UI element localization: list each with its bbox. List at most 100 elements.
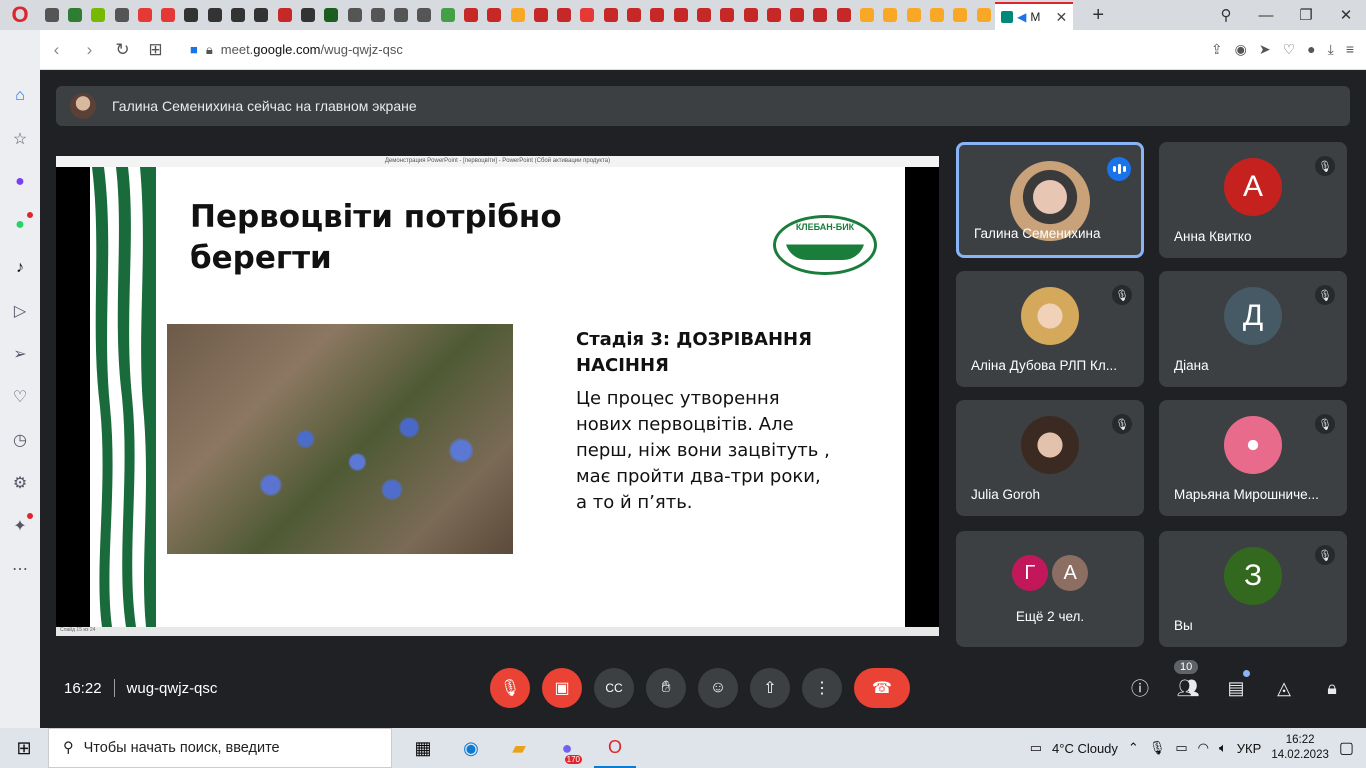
browser-tab[interactable] — [296, 0, 319, 30]
player-icon[interactable]: ▷ — [9, 300, 31, 322]
browser-tab[interactable] — [250, 0, 273, 30]
url-field[interactable]: ■ 🔒︎ meet.google.com/wug-qwjz-qsc — [190, 42, 403, 58]
browser-tab[interactable] — [110, 0, 133, 30]
browser-tab[interactable] — [669, 0, 692, 30]
viber-icon[interactable]: ● 170 — [546, 728, 588, 768]
edge-icon[interactable]: ◉ — [450, 728, 492, 768]
close-tab-icon[interactable]: ✕ — [1055, 9, 1067, 26]
browser-tab[interactable] — [506, 0, 529, 30]
browser-tab[interactable] — [599, 0, 622, 30]
easy-setup-icon[interactable]: ≡ — [1346, 41, 1354, 58]
close-window-button[interactable]: ✕ — [1326, 6, 1366, 24]
browser-tab[interactable] — [226, 0, 249, 30]
meeting-details-button[interactable]: ⓘ — [1120, 668, 1160, 708]
search-tabs-icon[interactable]: ⚲ — [1206, 6, 1246, 24]
browser-tab[interactable] — [63, 0, 86, 30]
windows-start-icon[interactable]: ⊞ — [0, 738, 48, 759]
notifications-icon[interactable]: ▢ — [1339, 738, 1354, 758]
snapshot-icon[interactable]: ◉ — [1235, 41, 1247, 58]
download-icon[interactable]: ⤓ — [1328, 41, 1334, 58]
present-button[interactable]: ⇧ — [750, 668, 790, 708]
more-sidebar-icon[interactable]: ⋯ — [9, 558, 31, 580]
self-tile[interactable]: З 🎙︎ Вы — [1159, 531, 1347, 647]
leave-call-button[interactable]: ☎︎ — [854, 668, 910, 708]
browser-tab[interactable] — [343, 0, 366, 30]
weather-text[interactable]: 4°C Cloudy — [1052, 741, 1118, 756]
browser-tab[interactable] — [879, 0, 902, 30]
participant-tile[interactable]: Галина Семенихина — [956, 142, 1144, 258]
home-icon[interactable]: ⌂ — [9, 85, 31, 107]
browser-tab[interactable] — [366, 0, 389, 30]
browser-tab[interactable] — [133, 0, 156, 30]
browser-tab[interactable] — [553, 0, 576, 30]
tips-icon[interactable]: ✦ — [9, 513, 33, 537]
captions-button[interactable]: CC — [594, 668, 634, 708]
browser-tab[interactable] — [646, 0, 669, 30]
browser-tab[interactable] — [855, 0, 878, 30]
browser-tab[interactable] — [459, 0, 482, 30]
browser-tab[interactable] — [786, 0, 809, 30]
minimize-button[interactable]: — — [1246, 7, 1286, 24]
browser-tab[interactable] — [529, 0, 552, 30]
browser-tab[interactable] — [413, 0, 436, 30]
wifi-icon[interactable]: ◠ — [1198, 740, 1209, 756]
browser-tab[interactable] — [925, 0, 948, 30]
clock[interactable]: 16:22 14.02.2023 — [1271, 733, 1329, 763]
whatsapp-icon[interactable]: ● — [9, 212, 33, 236]
participant-tile[interactable]: 🎙︎ Аліна Дубова РЛП Кл... — [956, 271, 1144, 387]
mic-toggle-button[interactable]: 🎙︎ — [490, 668, 530, 708]
history-icon[interactable]: ◷ — [9, 429, 31, 451]
browser-tab[interactable] — [436, 0, 459, 30]
presentation-screen[interactable]: Демонстрация PowerPoint - [первоцвіти] -… — [56, 156, 939, 636]
send-icon[interactable]: ➤ — [1259, 41, 1271, 58]
more-participants-tile[interactable]: Г А Ещё 2 чел. — [956, 531, 1144, 647]
back-button[interactable]: ‹ — [40, 40, 73, 60]
microphone-icon[interactable]: 🎙︎ — [1149, 740, 1166, 756]
raise-hand-button[interactable]: ✋︎ — [646, 668, 686, 708]
share-icon[interactable]: ⇪ — [1211, 41, 1223, 58]
browser-tab[interactable] — [902, 0, 925, 30]
people-button[interactable]: 👥︎ 10 — [1168, 660, 1208, 708]
battery-icon[interactable]: ▭ — [1175, 740, 1187, 756]
language-indicator[interactable]: УКР — [1237, 741, 1262, 756]
opera-logo-icon[interactable]: O — [0, 0, 40, 30]
tray-chevron-icon[interactable]: ⌃ — [1128, 740, 1139, 756]
heart-sidebar-icon[interactable]: ♡ — [9, 386, 31, 408]
browser-tab[interactable] — [949, 0, 972, 30]
browser-tab[interactable] — [762, 0, 785, 30]
browser-tab[interactable] — [180, 0, 203, 30]
browser-tab[interactable] — [692, 0, 715, 30]
new-tab-button[interactable]: + — [1083, 4, 1113, 27]
messenger-icon[interactable]: ● — [9, 171, 31, 193]
taskbar-search-box[interactable]: ⚲ Чтобы начать поиск, введите — [48, 728, 392, 768]
settings-icon[interactable]: ⚙ — [9, 472, 31, 494]
participant-tile[interactable]: Д 🎙︎ Діана — [1159, 271, 1347, 387]
browser-tab[interactable] — [972, 0, 995, 30]
browser-tab[interactable] — [87, 0, 110, 30]
volume-icon[interactable]: 🔈︎ — [1219, 740, 1227, 756]
browser-tab[interactable] — [156, 0, 179, 30]
file-explorer-icon[interactable]: ▰ — [498, 728, 540, 768]
tab-active-meet[interactable]: ◀ M ✕ — [995, 2, 1074, 30]
camera-toggle-button[interactable]: ▣ — [542, 668, 582, 708]
browser-tab[interactable] — [622, 0, 645, 30]
browser-tab[interactable] — [809, 0, 832, 30]
more-options-button[interactable]: ⋮ — [802, 668, 842, 708]
participant-tile[interactable]: 🎙︎ Julia Goroh — [956, 400, 1144, 516]
heart-icon[interactable]: ♡ — [1283, 41, 1296, 58]
restore-button[interactable]: ❐ — [1286, 6, 1326, 24]
profile-icon[interactable]: ● — [1307, 41, 1315, 58]
browser-tab[interactable] — [273, 0, 296, 30]
browser-tab[interactable] — [40, 0, 63, 30]
opera-taskbar-icon[interactable]: O — [594, 728, 636, 768]
tab-grid-icon[interactable]: ⊞ — [139, 40, 172, 60]
reload-button[interactable]: ↻ — [106, 40, 139, 60]
browser-tab[interactable] — [832, 0, 855, 30]
participant-tile[interactable]: 🎙︎ Марьяна Мирошниче... — [1159, 400, 1347, 516]
task-view-icon[interactable]: ▦ — [402, 728, 444, 768]
browser-tab[interactable] — [716, 0, 739, 30]
weather-icon[interactable]: ▭ — [1030, 740, 1042, 756]
browser-tab[interactable] — [320, 0, 343, 30]
host-controls-button[interactable]: 🔒︎ — [1312, 668, 1352, 708]
browser-tab[interactable] — [203, 0, 226, 30]
